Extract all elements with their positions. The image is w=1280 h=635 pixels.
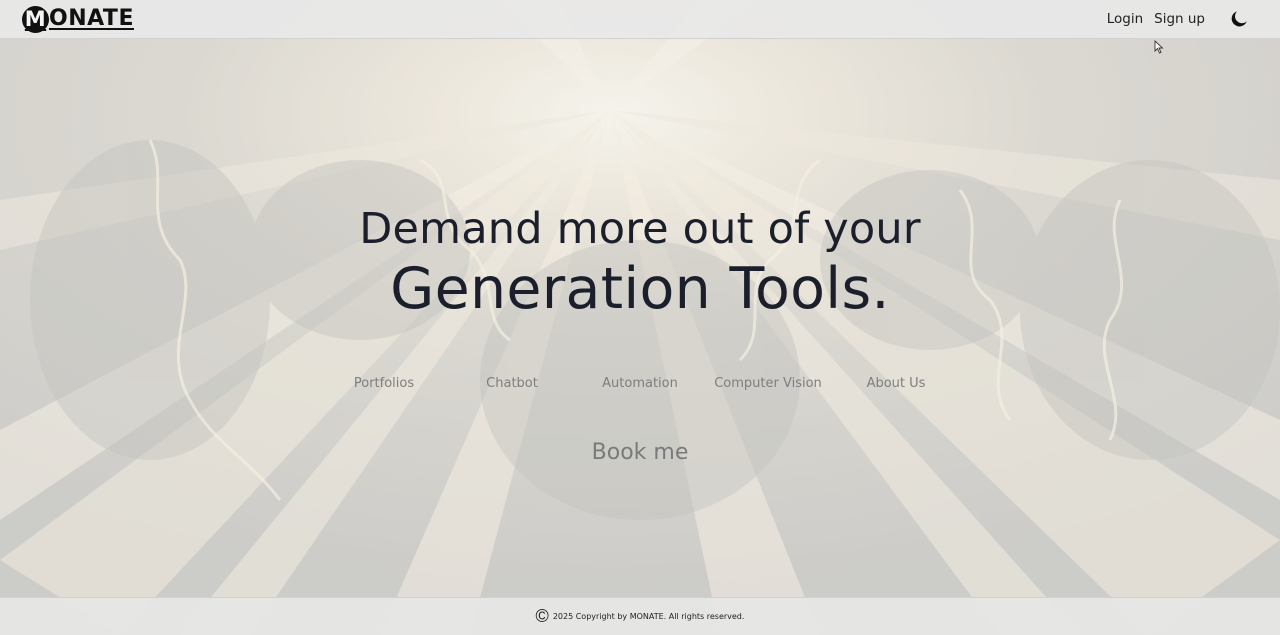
page: M ONATE Login Sign up Demand more out of … bbox=[0, 0, 1280, 635]
top-navbar: M ONATE Login Sign up bbox=[0, 0, 1280, 39]
mouse-cursor-icon bbox=[1154, 40, 1164, 54]
link-chatbot[interactable]: Chatbot bbox=[448, 376, 576, 391]
link-portfolios[interactable]: Portfolios bbox=[320, 376, 448, 391]
logo-mark: M bbox=[22, 5, 49, 33]
login-link[interactable]: Login bbox=[1107, 11, 1143, 27]
footer: © 2025 Copyright by MONATE. All rights r… bbox=[0, 597, 1280, 635]
hero-line-1: Demand more out of your bbox=[359, 204, 921, 254]
logo-text: ONATE bbox=[49, 6, 134, 31]
book-me-container: Book me bbox=[0, 440, 1280, 465]
copyright-text: 2025 Copyright by MONATE. All rights res… bbox=[552, 612, 745, 621]
brand-logo[interactable]: M ONATE bbox=[22, 5, 134, 33]
book-me-link[interactable]: Book me bbox=[592, 440, 689, 465]
link-automation[interactable]: Automation bbox=[576, 376, 704, 391]
signup-link[interactable]: Sign up bbox=[1154, 11, 1205, 27]
link-about-us[interactable]: About Us bbox=[832, 376, 960, 391]
copyright-icon: © bbox=[535, 606, 549, 626]
hero-line-2: Generation Tools. bbox=[390, 256, 890, 322]
hero-heading: Demand more out of your Generation Tools… bbox=[0, 200, 1280, 320]
link-computer-vision[interactable]: Computer Vision bbox=[704, 376, 832, 391]
auth-nav: Login Sign up bbox=[1107, 8, 1250, 30]
moon-icon[interactable] bbox=[1228, 8, 1250, 30]
section-links: Portfolios Chatbot Automation Computer V… bbox=[320, 376, 960, 391]
